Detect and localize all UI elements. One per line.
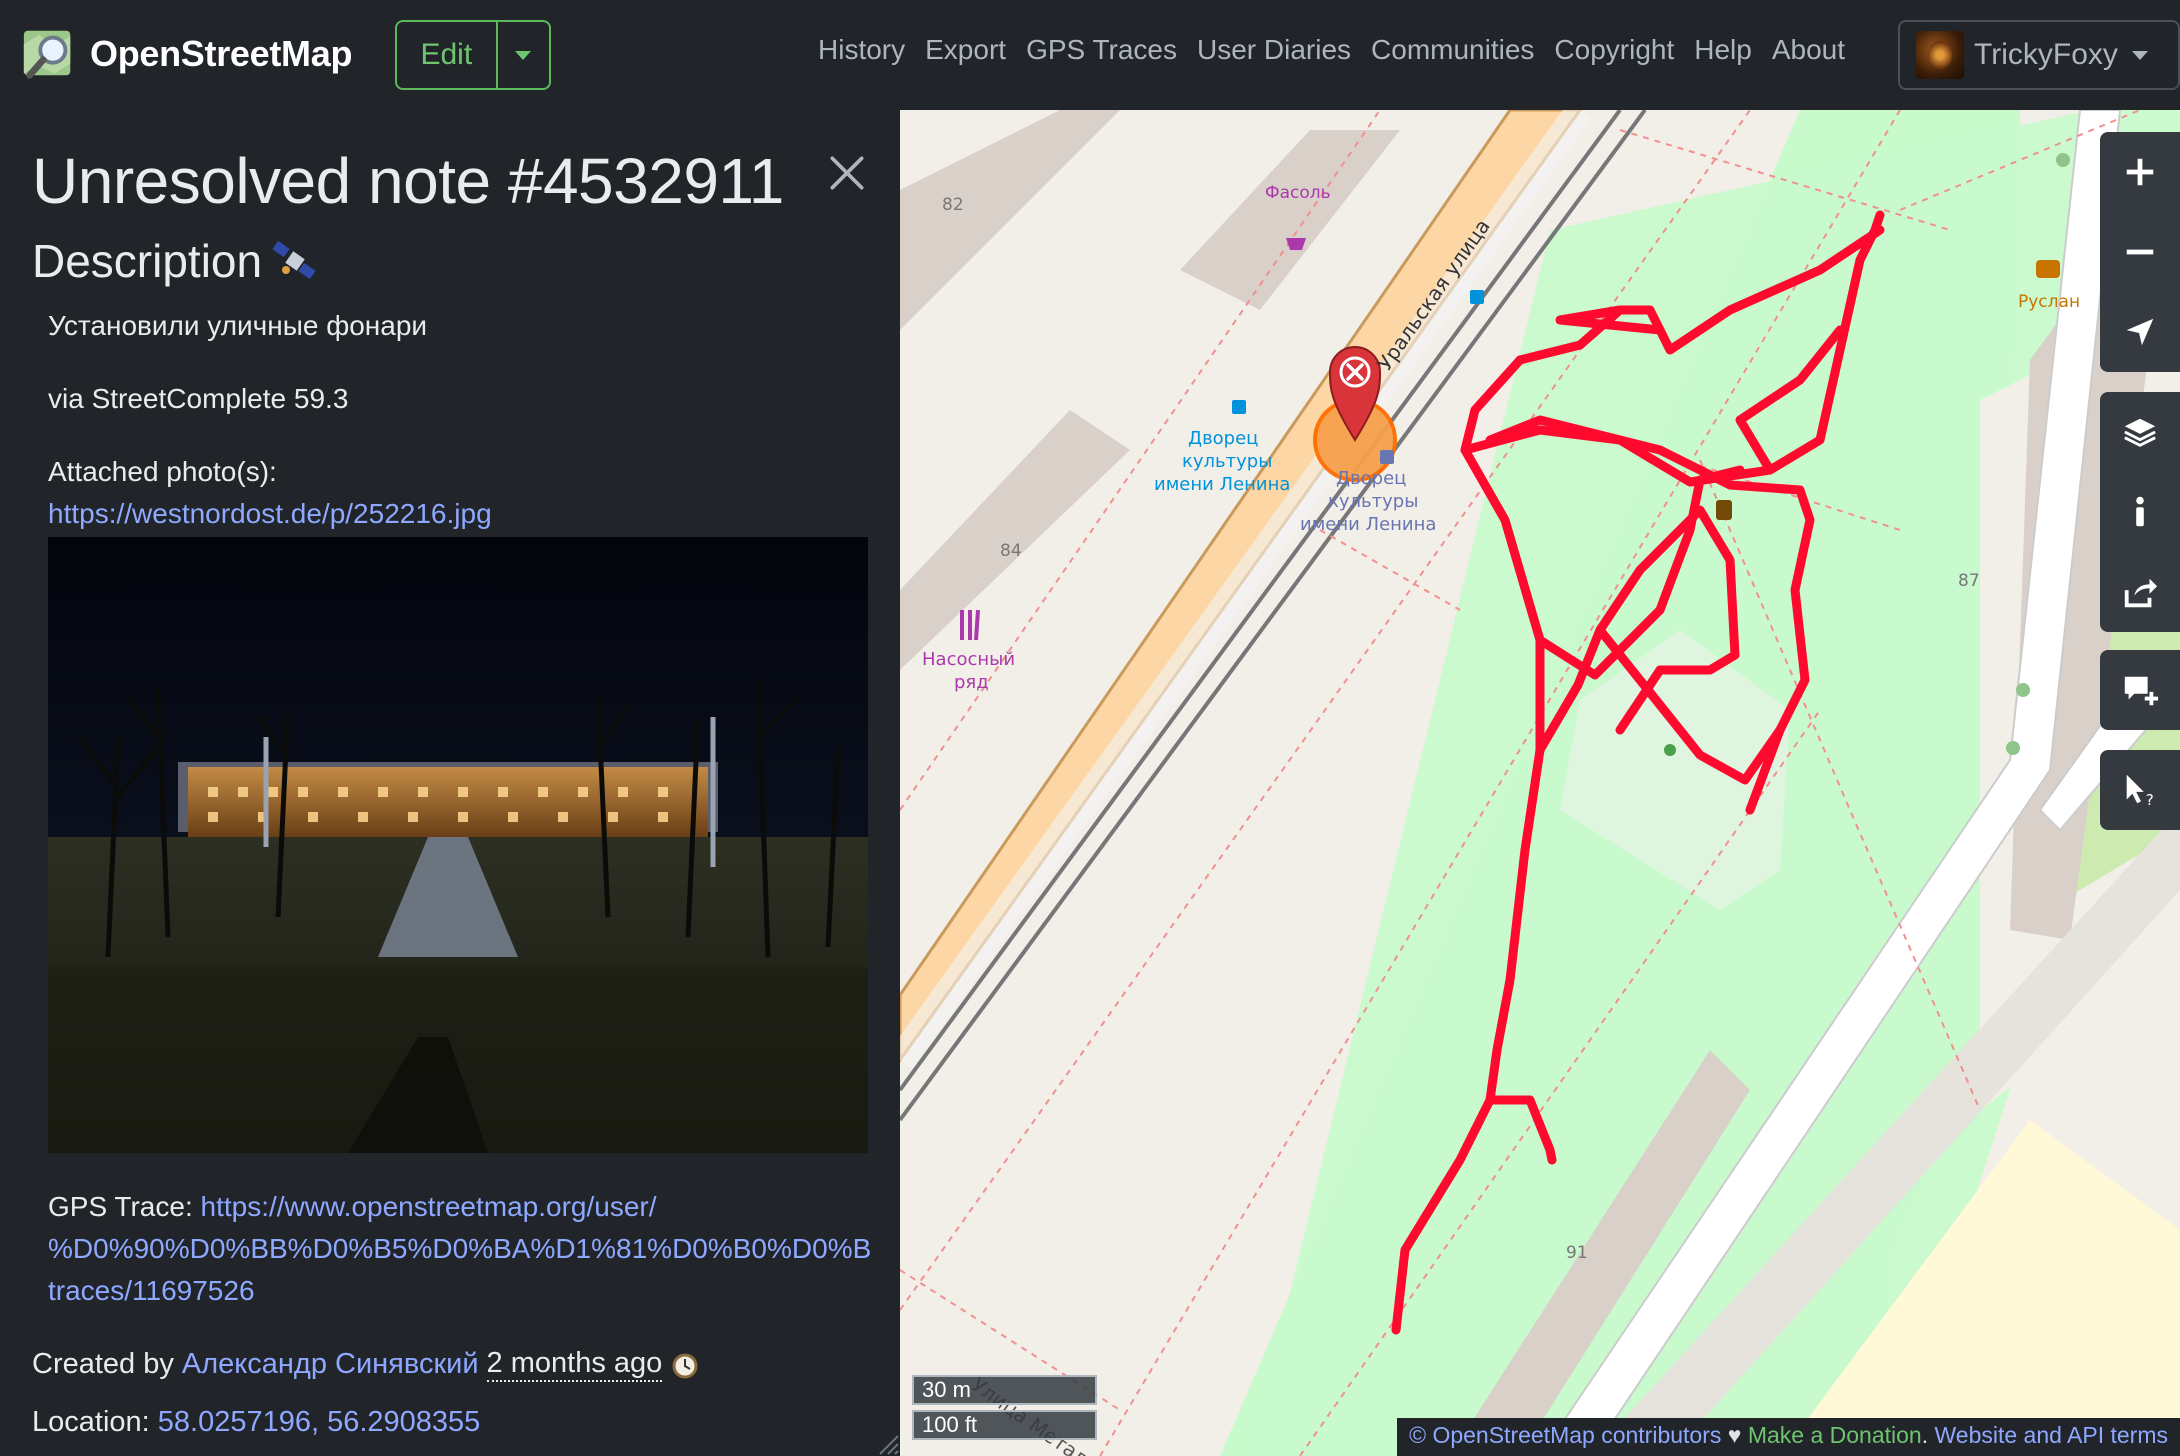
edit-button[interactable]: Edit [397,22,496,88]
attached-photos-label: Attached photo(s): [48,456,277,487]
location-prefix: Location: [32,1406,158,1438]
map-key-button[interactable] [2100,472,2180,552]
author-link[interactable]: Александр Синявский [182,1348,479,1381]
nav-user-diaries-link[interactable]: User Diaries [1197,34,1351,66]
poi-label-ruslan: Руслан [2018,292,2080,312]
nav-about-link[interactable]: About [1772,34,1845,66]
location-link[interactable]: 58.0257196, 56.2908355 [158,1406,481,1438]
poi-label-nasos-l2: ряд [954,672,989,693]
gps-trace-label: GPS Trace: [48,1191,201,1222]
scale-metric: 30 m [912,1375,1097,1405]
poi-label-nasos-l1: Насосный [922,649,1015,670]
map-view[interactable]: Фасоль Уральская улица Дворец культуры и… [900,110,2180,1456]
cafe-icon [2036,260,2060,278]
nav-communities-link[interactable]: Communities [1371,34,1534,66]
logo-text: OpenStreetMap [90,33,353,74]
location: Location: 58.0257196, 56.2908355 [32,1406,480,1439]
svg-text:?: ? [2146,791,2154,809]
gps-trace-link-line2[interactable]: %D0%90%D0%BB%D0%B5%D0%BA%D1%81%D0%B0%D0%… [48,1228,872,1270]
add-note-icon [2124,676,2159,706]
stop2-line1: Дворец [1336,468,1406,489]
osm-logo-link[interactable]: OpenStreetMap [20,22,352,86]
satellite-icon [272,240,316,280]
nav-copyright-link[interactable]: Copyright [1554,34,1674,66]
house-number-87: 87 [1958,571,1980,591]
main-nav: History Export GPS Traces User Diaries C… [818,34,1845,66]
nav-export-link[interactable]: Export [925,34,1006,66]
zoom-controls [2100,132,2180,372]
nav-history-link[interactable]: History [818,34,905,66]
poi-label-fasol: Фасоль [1265,183,1331,203]
created-by: Created by Александр Синявский 2 months … [32,1347,700,1382]
description-heading-text: Description [32,235,263,287]
location-arrow-icon [2126,318,2154,346]
scale-imperial: 100 ft [912,1410,1097,1440]
photo-link[interactable]: https://westnordost.de/p/252216.jpg [48,498,492,530]
info-icon [2136,496,2144,527]
map-attribution: © OpenStreetMap contributors ♥ Make a Do… [1397,1418,2180,1456]
nav-help-link[interactable]: Help [1694,34,1752,66]
tram-stop-icon [1380,450,1394,464]
layer-controls [2100,392,2180,632]
plus-icon [2126,158,2154,186]
chevron-down-icon [2131,50,2148,60]
edit-button-group: Edit [395,20,551,90]
house-number-91: 91 [1566,1243,1588,1263]
house-number-82: 82 [942,195,964,215]
page-title: Unresolved note #4532911 [32,145,784,217]
user-menu-button[interactable]: TrickyFoxy [1898,20,2180,90]
osm-logo-icon [23,30,71,79]
nav-gps-traces-link[interactable]: GPS Traces [1026,34,1177,66]
created-prefix: Created by [32,1348,174,1380]
add-note-button[interactable] [2100,650,2180,730]
share-icon [2124,578,2158,608]
stop2-line2: культуры [1328,491,1418,512]
layers-button[interactable] [2100,392,2180,472]
zoom-in-button[interactable] [2100,132,2180,212]
map-canvas[interactable]: Фасоль Уральская улица Дворец культуры и… [900,110,2180,1456]
donate-link[interactable]: Make a Donation [1748,1422,1922,1448]
bus-stop-icon-1 [1232,400,1246,414]
locate-button[interactable] [2100,292,2180,372]
attached-photo-image [48,537,868,1153]
chevron-down-icon [515,50,532,60]
gps-trace-block: GPS Trace: https://www.openstreetmap.org… [48,1186,872,1312]
stop1-line3: имени Ленина [1154,474,1290,495]
playground-icon [1664,744,1676,756]
stop2-line3: имени Ленина [1300,514,1436,535]
stop1-line2: культуры [1182,451,1272,472]
top-navbar: OpenStreetMap Edit History Export GPS Tr… [0,0,2180,110]
house-number-84: 84 [1000,541,1022,561]
gps-trace-link-line3[interactable]: traces/11697526 [48,1270,872,1312]
resize-handle-icon[interactable] [874,1430,900,1456]
terms-link[interactable]: Website and API terms [1934,1422,2168,1448]
memorial-icon [1716,500,1732,520]
note-controls [2100,650,2180,730]
user-name: TrickyFoxy [1974,38,2118,71]
minus-icon [2126,249,2154,255]
query-cursor-icon: ? [2126,774,2154,809]
attribution-contributors-link[interactable]: © OpenStreetMap contributors [1409,1422,1721,1448]
note-sidebar: Unresolved note #4532911 Description Уст… [0,110,900,1456]
description-heading: Description [32,234,320,288]
bus-stop-icon-2 [1470,290,1484,304]
query-controls: ? [2100,750,2180,830]
stop1-line1: Дворец [1188,428,1258,449]
created-time: 2 months ago [486,1347,663,1382]
avatar [1916,31,1964,79]
description-text: Установили уличные фонари [48,310,428,341]
zoom-out-button[interactable] [2100,212,2180,292]
close-icon[interactable] [826,152,868,194]
layers-icon [2124,418,2156,447]
description-via: via StreetComplete 59.3 [48,383,349,414]
gps-trace-link[interactable]: https://www.openstreetmap.org/user/ [201,1191,657,1222]
query-features-button[interactable]: ? [2100,750,2180,830]
heart-icon: ♥ [1727,1422,1742,1448]
share-button[interactable] [2100,552,2180,632]
edit-dropdown-toggle[interactable] [495,22,549,88]
clock-icon [672,1353,698,1378]
attached-photo[interactable] [48,537,868,1153]
